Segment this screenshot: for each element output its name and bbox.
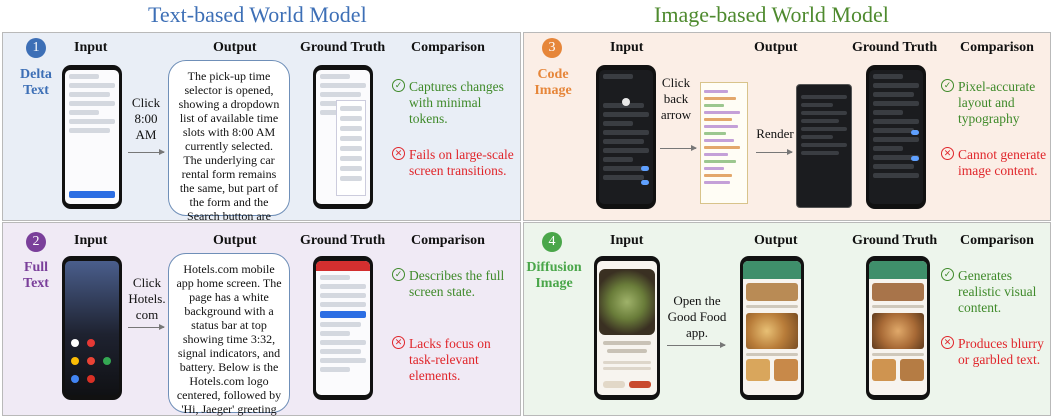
column-header-ground-truth: Ground Truth [300,233,386,248]
arrow-icon [128,324,165,330]
method-label-line: Text [23,83,49,98]
action-line: AM [135,127,157,142]
action-label: Click 8:00 AM [124,95,168,143]
x-circle-icon: ✕ [392,336,405,349]
pro-text: Captures changes with minimal tokens. [409,79,504,126]
x-circle-icon: ✕ [941,147,954,160]
con-note: ✕ Produces blurry or garbled text. [941,336,1049,368]
action-line: com [135,307,159,322]
check-circle-icon: ✓ [392,79,405,92]
method-label-code-image: Code Image [530,67,576,99]
method-label-line: Text [23,276,49,291]
pro-note: ✓ Generates realistic visual content. [941,268,1049,316]
check-circle-icon: ✓ [941,268,954,281]
arrow-icon [667,342,726,348]
output-text-box: The pick-up time selector is opened, sho… [168,60,290,251]
con-text: Produces blurry or garbled text. [958,336,1044,367]
panel-number-badge: 1 [26,38,46,58]
method-label-full-text: Full Text [14,260,58,292]
pro-note: ✓ Pixel-accurate layout and typography [941,79,1049,127]
ground-truth-phone-screenshot [313,65,373,209]
output-phone-food-screenshot [740,256,804,400]
column-header-output: Output [754,40,798,55]
action-line: Good Food [667,309,727,324]
action-line: arrow [660,107,692,122]
con-text: Fails on large-scale screen transitions. [409,147,514,178]
con-text: Lacks focus on task-relevant elements. [409,336,491,383]
action-line: Click [131,95,161,110]
render-label: Render [756,126,794,141]
text-world-model-title: Text-based World Model [148,2,367,27]
action-line: Open the [673,293,721,308]
method-label-delta-text: Delta Text [14,67,58,99]
method-label-line: Delta [20,67,52,82]
input-phone-homescreen [62,256,122,400]
action-label: Open the Good Food app. [662,293,732,341]
input-phone-screenshot [596,65,656,209]
column-header-input: Input [610,40,644,55]
panel-number-badge: 3 [542,38,562,58]
column-header-ground-truth: Ground Truth [852,233,938,248]
pro-text: Pixel-accurate layout and typography [958,79,1036,126]
ground-truth-phone-screenshot [866,256,930,400]
pro-text: Describes the full screen state. [409,268,505,299]
input-phone-screenshot [62,65,122,209]
column-header-output: Output [754,233,798,248]
arrow-icon [660,145,697,151]
action-line: back [663,91,689,106]
input-phone-food-screenshot [594,256,660,400]
pro-note: ✓ Describes the full screen state. [392,268,516,300]
column-header-comparison: Comparison [960,233,1034,248]
column-header-comparison: Comparison [411,233,485,248]
column-header-ground-truth: Ground Truth [852,40,938,55]
method-label-line: Diffusion [526,260,582,275]
action-line: Click [132,275,162,290]
column-header-comparison: Comparison [960,40,1034,55]
rendered-screen-output [796,84,852,208]
method-label-diffusion-image: Diffusion Image [526,260,582,292]
method-label-line: Full [23,260,49,275]
arrow-icon [756,149,793,155]
method-label-line: Image [535,276,573,291]
image-world-model-title: Image-based World Model [654,2,889,27]
panel-number-badge: 2 [26,232,46,252]
method-label-line: Image [534,83,572,98]
generated-code-snippet [700,82,748,204]
action-line: Hotels. [128,291,166,306]
check-circle-icon: ✓ [941,79,954,92]
column-header-output: Output [213,233,257,248]
con-note: ✕ Fails on large-scale screen transition… [392,147,518,179]
column-header-ground-truth: Ground Truth [300,40,386,55]
ground-truth-phone-screenshot [313,256,373,400]
action-line: Click [661,75,691,90]
con-note: ✕ Lacks focus on task-relevant elements. [392,336,518,384]
panel-number-badge: 4 [542,232,562,252]
column-header-output: Output [213,40,257,55]
check-circle-icon: ✓ [392,268,405,281]
arrow-icon [128,149,165,155]
action-line: 8:00 [134,111,158,126]
output-text-box: Hotels.com mobile app home screen. The p… [168,253,290,420]
con-text: Cannot generate image content. [958,147,1047,178]
column-header-comparison: Comparison [411,40,485,55]
column-header-input: Input [74,233,108,248]
action-line: app. [685,325,709,340]
action-label: Click back arrow [658,75,694,123]
method-label-line: Code [537,67,569,82]
x-circle-icon: ✕ [941,336,954,349]
x-circle-icon: ✕ [392,147,405,160]
pro-text: Generates realistic visual content. [958,268,1037,315]
column-header-input: Input [74,40,108,55]
pro-note: ✓ Captures changes with minimal tokens. [392,79,516,127]
con-note: ✕ Cannot generate image content. [941,147,1049,179]
ground-truth-phone-screenshot [866,65,926,209]
action-label: Click Hotels. com [124,275,170,323]
column-header-input: Input [610,233,644,248]
